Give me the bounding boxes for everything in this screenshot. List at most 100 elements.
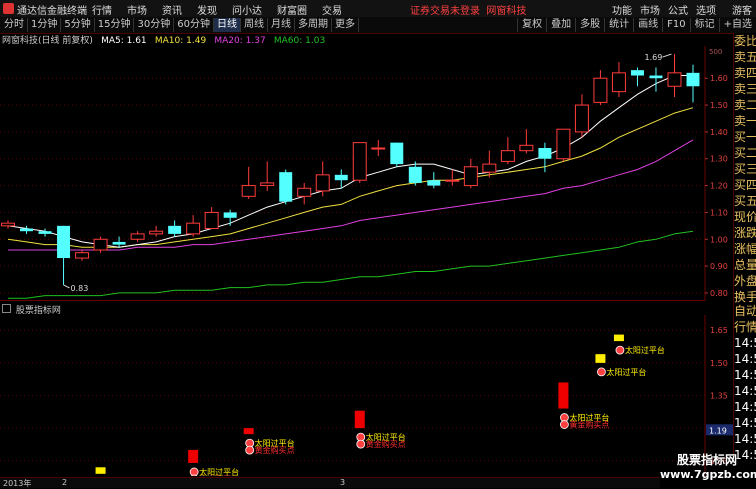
side-time: 14:50 (734, 432, 756, 446)
candle-body (611, 72, 626, 93)
statistics-button[interactable]: 统计 (604, 18, 633, 32)
tab-60min[interactable]: 60分钟 (174, 18, 214, 32)
candle-body (260, 182, 275, 187)
side-label[interactable]: 涨跌 (734, 225, 756, 241)
overlay-button[interactable]: 叠加 (546, 18, 575, 32)
indicator-header: 股票指标网 (0, 303, 705, 316)
menu-market-right[interactable]: 市场 (640, 2, 660, 17)
tab-1min[interactable]: 1分钟 (28, 18, 62, 32)
menu-trade[interactable]: 交易 (322, 2, 342, 17)
ma20-value: MA20: 1.37 (214, 36, 266, 46)
side-label[interactable]: 卖一 (734, 113, 756, 129)
add-watchlist-button[interactable]: +自选 (718, 18, 756, 32)
side-label[interactable]: 买一 (734, 129, 756, 145)
side-time: 14:50 (734, 416, 756, 430)
menu-quotes[interactable]: 行情 (92, 2, 112, 17)
ma5-line (7, 75, 693, 248)
side-label[interactable]: 卖五 (734, 49, 756, 65)
ma60-line (8, 230, 694, 299)
tab-5min[interactable]: 5分钟 (61, 18, 95, 32)
signal-label: 黄金购买点 (569, 420, 609, 430)
tab-weekly[interactable]: 周线 (241, 18, 268, 32)
side-label[interactable]: 卖四 (734, 65, 756, 81)
signal-dot-icon (560, 420, 569, 429)
candle-body (38, 231, 52, 234)
signal-label: 太阳过平台 (625, 345, 665, 355)
tab-multi-period[interactable]: 多周期 (295, 18, 332, 32)
ma-info-bar: 网窗科技(日线 前复权) MA5: 1.61 MA10: 1.49 MA20: … (0, 33, 756, 46)
axis-tick-label: 0.80 (710, 289, 728, 298)
menu-options[interactable]: 选项 (696, 2, 716, 17)
axis-top-label: 500 (709, 48, 722, 56)
draw-line-button[interactable]: 画线 (633, 18, 662, 32)
tab-daily[interactable]: 日线 (213, 18, 241, 32)
date-month-3: 3 (340, 478, 346, 487)
side-label[interactable]: 买二 (734, 145, 756, 161)
candle-body (149, 230, 164, 235)
tab-monthly[interactable]: 月线 (268, 18, 295, 32)
restore-rights-button[interactable]: 复权 (517, 18, 546, 32)
side-label[interactable]: 总量 (734, 257, 756, 273)
side-label[interactable]: 现价 (734, 209, 756, 225)
tab-more[interactable]: 更多 (332, 18, 359, 32)
tab-intraday[interactable]: 分时 (1, 18, 28, 32)
candle-body (649, 75, 663, 79)
candle-body (168, 225, 182, 234)
side-label[interactable]: 卖二 (734, 97, 756, 113)
side-label[interactable]: 自动 (734, 303, 756, 319)
guest-label[interactable]: 游客 (732, 2, 752, 17)
main-menu: 行情 市场 资讯 发现 问小达 财富圈 交易 (92, 2, 342, 17)
chart-toolbar: 分时 1分钟 5分钟 15分钟 30分钟 60分钟 日线 周线 月线 多周期 更… (0, 17, 756, 34)
candle-body (334, 174, 348, 181)
candle-body (408, 166, 422, 183)
axis-tick-label: 1.10 (710, 208, 728, 217)
app-logo-icon (3, 3, 14, 14)
side-time: 14:50 (734, 352, 756, 366)
menu-news[interactable]: 资讯 (162, 2, 182, 17)
signal-dot-icon (597, 367, 606, 377)
signal-bar (558, 382, 569, 409)
side-label[interactable]: 买三 (734, 161, 756, 177)
price-chart[interactable]: 500 1.60 1.50 1.40 1.30 1.20 1.10 1.00 0.90 0.80 1… (0, 46, 733, 301)
candle-body (390, 142, 404, 165)
app-title: 通达信金融终端 (17, 6, 87, 17)
candle-body (315, 174, 330, 192)
indicator-chart[interactable]: 1.651.501.351.201.051.19太阳过平台太阳过平台黄金购买点太… (0, 315, 733, 476)
ma60-value: MA60: 1.03 (273, 36, 326, 46)
side-label[interactable]: 委比 (734, 33, 756, 49)
side-label[interactable]: 卖三 (734, 81, 756, 97)
side-time: 14:50 (734, 368, 756, 382)
side-time: 14:50 (734, 384, 756, 398)
side-label[interactable]: 涨幅 (734, 241, 756, 257)
signal-bar (595, 354, 606, 363)
signal-bar (243, 428, 254, 435)
menu-wealth[interactable]: 财富圈 (277, 2, 307, 17)
title-bar: 通达信金融终端 行情 市场 资讯 发现 问小达 财富圈 交易 证券交易未登录 网… (0, 0, 756, 18)
mark-button[interactable]: 标记 (689, 18, 719, 32)
axis-tick-label: 1.65 (710, 326, 728, 335)
f10-button[interactable]: F10 (662, 18, 689, 32)
tab-30min[interactable]: 30分钟 (134, 18, 175, 32)
axis-tick-label: 1.60 (710, 74, 728, 83)
axis-tick-label: 1.20 (710, 182, 728, 191)
chart-tools: 复权 叠加 多股 统计 画线 F10 标记 +自选 (517, 18, 756, 32)
stock-name: 网窗科技(日线 前复权) (2, 36, 93, 46)
multi-stock-button[interactable]: 多股 (575, 18, 604, 32)
login-notice[interactable]: 证券交易未登录 网窗科技 (410, 2, 526, 17)
axis-tick-label: 1.30 (710, 155, 728, 164)
date-axis: 2013年 2 3 (0, 477, 660, 488)
side-label[interactable]: 行情 (734, 319, 756, 335)
axis-tick-label: 0.90 (710, 262, 728, 271)
menu-function[interactable]: 功能 (612, 2, 632, 17)
menu-market[interactable]: 市场 (127, 2, 147, 17)
candle-body (352, 142, 367, 181)
menu-discover[interactable]: 发现 (197, 2, 217, 17)
menu-ask[interactable]: 问小达 (232, 2, 262, 17)
menu-formula[interactable]: 公式 (668, 2, 688, 17)
side-label[interactable]: 买四 (734, 177, 756, 193)
tab-15min[interactable]: 15分钟 (95, 18, 135, 32)
side-label[interactable]: 买五 (734, 193, 756, 209)
candle-body (93, 238, 108, 251)
watermark-title: 股票指标网 (676, 453, 737, 467)
side-label[interactable]: 外盘 (734, 273, 756, 289)
